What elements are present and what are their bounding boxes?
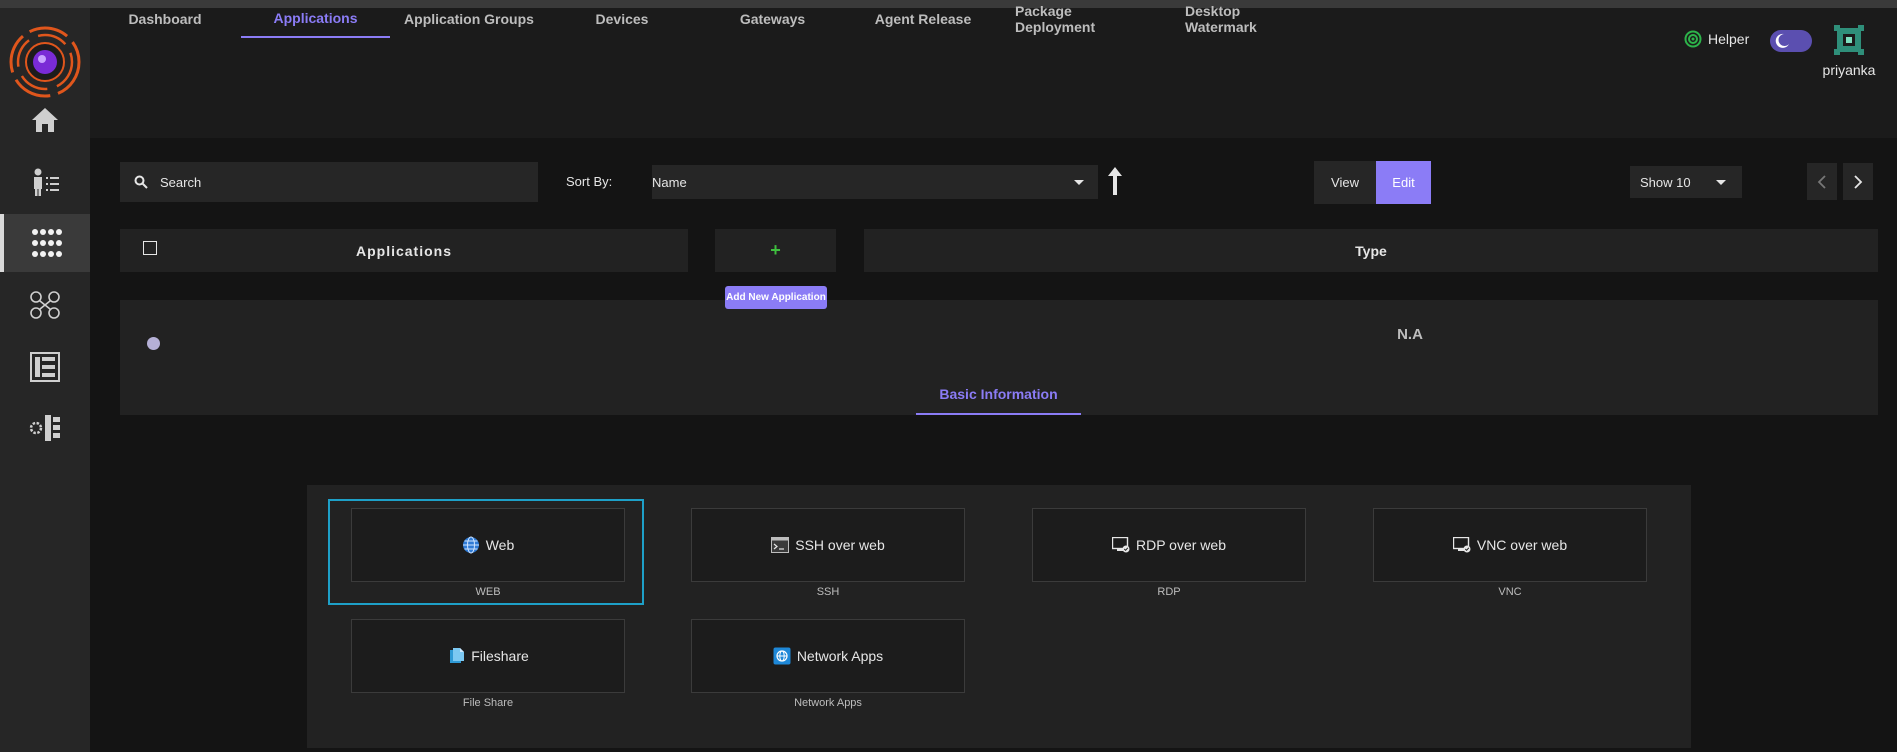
search-input[interactable] [160, 174, 520, 190]
settings-tree-icon [29, 415, 60, 441]
list-panel-icon [30, 352, 60, 382]
helper-signal-icon [1684, 30, 1702, 48]
sort-ascending-icon[interactable] [1107, 166, 1123, 196]
app-type-fileshare-label: Fileshare [471, 648, 529, 664]
sidebar-item-applications[interactable] [0, 214, 90, 272]
avatar[interactable] [1834, 25, 1864, 55]
home-icon [32, 108, 58, 132]
app-type-rdp-label: RDP over web [1135, 537, 1226, 553]
sort-label: Sort By: [566, 174, 613, 189]
app-type-ssh-caption: SSH [816, 586, 840, 598]
column-header-type-label: Type [1355, 242, 1387, 259]
app-type-rdp-caption: RDP [1157, 586, 1181, 598]
app-type-network-apps-caption: Network Apps [794, 697, 862, 709]
app-type-ssh[interactable]: SSH over web [691, 508, 965, 582]
remote-desktop-icon [1111, 537, 1130, 553]
network-apps-icon [773, 647, 791, 665]
tab-application-groups[interactable]: Application Groups [404, 0, 534, 38]
page-size-select[interactable]: Show 10 [1630, 166, 1742, 198]
app-type-network-apps-label: Network Apps [796, 648, 884, 664]
tab-package-deployment[interactable]: Package Deployment [1015, 0, 1150, 38]
search-icon [134, 175, 148, 189]
tab-dashboard[interactable]: Dashboard [120, 0, 210, 38]
user-list-icon [34, 168, 59, 196]
prev-page-button[interactable] [1807, 163, 1837, 200]
tab-basic-information[interactable]: Basic Information [916, 375, 1081, 415]
app-type-web-label: Web [485, 537, 515, 553]
tab-agent-release[interactable]: Agent Release [873, 0, 973, 38]
globe-icon [462, 536, 479, 554]
view-edit-toggle: View Edit [1314, 161, 1431, 204]
sidebar-item-settings[interactable] [0, 399, 90, 457]
fileshare-icon [450, 648, 465, 663]
edit-button[interactable]: Edit [1376, 161, 1431, 204]
tab-desktop-watermark[interactable]: Desktop Watermark [1185, 0, 1310, 38]
apps-grid-icon [32, 229, 62, 257]
helper-button[interactable]: Helper [1684, 30, 1749, 48]
logo-icon[interactable] [8, 25, 82, 99]
sort-select[interactable]: Name [652, 165, 1098, 199]
sort-value: Name [652, 174, 687, 190]
app-type-rdp[interactable]: RDP over web [1032, 508, 1306, 582]
column-header-applications: Applications [120, 229, 688, 272]
tab-devices[interactable]: Devices [582, 0, 662, 38]
tab-applications[interactable]: Applications [241, 0, 390, 38]
app-type-fileshare[interactable]: Fileshare [351, 619, 625, 693]
column-header-type: Type [864, 229, 1878, 272]
add-application-button[interactable]: + [715, 229, 836, 272]
helper-label: Helper [1708, 31, 1750, 47]
app-type-vnc[interactable]: VNC over web [1373, 508, 1647, 582]
moon-icon [1775, 33, 1789, 48]
page-size-value: Show 10 [1640, 174, 1691, 190]
app-type-vnc-caption: VNC [1498, 586, 1522, 598]
vnc-icon [1452, 537, 1471, 553]
user-network-icon [30, 291, 60, 319]
sidebar [0, 8, 90, 752]
row-status-indicator[interactable] [147, 337, 160, 350]
chevron-right-icon [1854, 174, 1863, 189]
tab-gateways[interactable]: Gateways [730, 0, 815, 38]
view-button[interactable]: View [1314, 161, 1376, 204]
app-type-web-caption: WEB [475, 586, 501, 598]
app-type-network-apps[interactable]: Network Apps [691, 619, 965, 693]
select-all-checkbox[interactable] [143, 241, 157, 255]
chevron-down-icon [1716, 179, 1726, 185]
app-type-ssh-label: SSH over web [795, 537, 885, 553]
theme-toggle[interactable] [1770, 30, 1812, 52]
terminal-icon [771, 537, 790, 553]
app-type-vnc-label: VNC over web [1476, 537, 1568, 553]
column-header-applications-label: Applications [355, 242, 452, 259]
row-type-value: N.A [1397, 326, 1423, 343]
username: priyanka [1822, 62, 1876, 78]
sidebar-item-list[interactable] [0, 338, 90, 396]
sidebar-item-home[interactable] [0, 91, 90, 149]
add-application-tooltip: Add New Application [725, 286, 827, 309]
app-type-web[interactable]: Web [351, 508, 625, 582]
sidebar-item-users[interactable] [0, 153, 90, 211]
search-box[interactable] [120, 162, 538, 202]
app-type-fileshare-caption: File Share [462, 697, 514, 709]
chevron-left-icon [1817, 174, 1826, 189]
chevron-down-icon [1074, 179, 1084, 185]
next-page-button[interactable] [1843, 163, 1873, 200]
sidebar-item-user-network[interactable] [0, 276, 90, 334]
